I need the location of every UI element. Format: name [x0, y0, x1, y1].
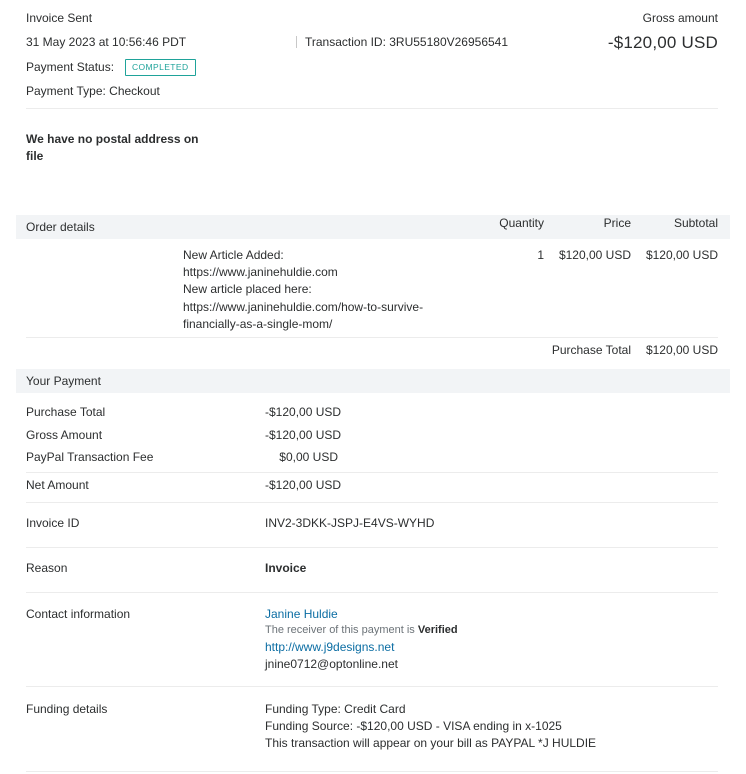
- reason-value: Invoice: [265, 561, 307, 575]
- payment-row-value: -$120,00 USD: [265, 428, 342, 442]
- net-amount-value: -$120,00 USD: [265, 478, 342, 492]
- funding-source: Funding Source: -$120,00 USD - VISA endi…: [265, 719, 562, 733]
- item-price: $120,00 USD: [558, 248, 631, 262]
- column-subtotal: Subtotal: [673, 216, 718, 230]
- verified-status: The receiver of this payment is Verified: [265, 624, 458, 636]
- payment-row-value: $0,00 USD: [279, 450, 338, 464]
- divider: [26, 592, 718, 593]
- transaction-datetime: 31 May 2023 at 10:56:46 PDT: [26, 35, 187, 49]
- contact-name-link[interactable]: Janine Huldie: [265, 607, 338, 621]
- funding-details-label: Funding details: [26, 702, 108, 716]
- payment-row-label: Purchase Total: [26, 405, 106, 419]
- divider: [26, 337, 718, 338]
- payment-type: Payment Type: Checkout: [26, 84, 160, 98]
- payment-row-label: PayPal Transaction Fee: [26, 450, 154, 464]
- net-amount-label: Net Amount: [26, 478, 89, 492]
- divider: [26, 686, 718, 687]
- item-quantity: 1: [537, 248, 544, 262]
- header-divider: [296, 36, 297, 48]
- contact-website-link[interactable]: http://www.j9designs.net: [265, 640, 394, 654]
- gross-amount-label: Gross amount: [642, 11, 718, 25]
- address-line-1: We have no postal address on: [26, 132, 199, 146]
- item-description-line: New Article Added:: [183, 248, 284, 262]
- item-description-line: https://www.janinehuldie.com: [183, 265, 338, 279]
- invoice-id-value: INV2-3DKK-JSPJ-E4VS-WYHD: [265, 516, 435, 530]
- funding-note: This transaction will appear on your bil…: [265, 736, 597, 750]
- purchase-total-value: $120,00 USD: [645, 343, 718, 357]
- column-quantity: Quantity: [499, 216, 544, 230]
- contact-information-label: Contact information: [26, 607, 131, 621]
- item-description-line: New article placed here:: [183, 282, 312, 296]
- invoice-id-label: Invoice ID: [26, 516, 80, 530]
- item-description-line: financially-as-a-single-mom/: [183, 317, 333, 331]
- transaction-id: Transaction ID: 3RU55180V26956541: [305, 35, 509, 49]
- your-payment-heading: Your Payment: [26, 374, 101, 388]
- funding-type: Funding Type: Credit Card: [265, 702, 406, 716]
- payment-row-label: Gross Amount: [26, 428, 103, 442]
- column-price: Price: [603, 216, 631, 230]
- page-title: Invoice Sent: [26, 11, 93, 25]
- status-badge: COMPLETED: [125, 59, 196, 76]
- divider: [26, 472, 718, 473]
- item-subtotal: $120,00 USD: [645, 248, 718, 262]
- contact-email: jnine0712@optonline.net: [265, 657, 398, 671]
- payment-row-value: -$120,00 USD: [265, 405, 342, 419]
- divider: [26, 547, 718, 548]
- verified-word: Verified: [417, 624, 458, 636]
- gross-amount-value: -$120,00 USD: [607, 33, 718, 52]
- verified-prefix: The receiver of this payment is: [265, 624, 415, 636]
- address-line-2: file: [26, 149, 44, 163]
- order-details-heading: Order details: [26, 220, 95, 234]
- purchase-total-label: Purchase Total: [551, 343, 631, 357]
- your-payment-header: [16, 369, 730, 393]
- reason-label: Reason: [26, 561, 68, 575]
- divider: [26, 771, 718, 772]
- divider: [26, 502, 718, 503]
- divider: [26, 108, 718, 109]
- item-description-line: https://www.janinehuldie.com/how-to-surv…: [183, 300, 424, 314]
- payment-status-label: Payment Status:: [26, 60, 115, 74]
